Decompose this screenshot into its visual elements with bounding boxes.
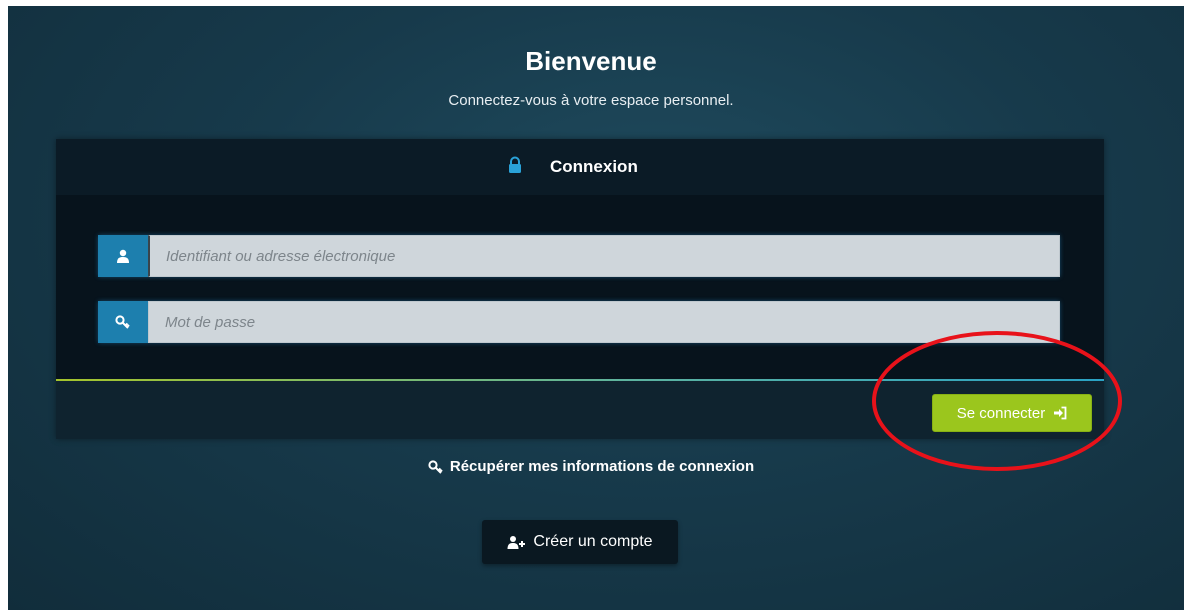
page-title: Bienvenue bbox=[525, 46, 657, 76]
recover-link-label: Récupérer mes informations de connexion bbox=[449, 458, 755, 475]
panel-title: Connexion bbox=[550, 157, 638, 176]
page-subtitle: Connectez-vous à votre espace personnel. bbox=[448, 92, 734, 109]
username-field bbox=[98, 235, 1060, 277]
password-input[interactable] bbox=[148, 301, 1060, 343]
username-addon bbox=[98, 235, 148, 277]
page-background: Bienvenue Connectez-vous à votre espace … bbox=[8, 6, 1184, 610]
create-account-button[interactable]: Créer un compte bbox=[482, 520, 678, 564]
user-icon bbox=[116, 249, 130, 263]
create-account-label: Créer un compte bbox=[533, 533, 653, 550]
sign-in-icon bbox=[1053, 406, 1067, 420]
login-panel: Connexion Identifiant ou adresse électro… bbox=[56, 139, 1104, 439]
login-button[interactable]: Se connecter bbox=[932, 394, 1092, 432]
password-field bbox=[98, 301, 1060, 343]
login-button-label: Se connecter bbox=[956, 404, 1046, 422]
key-icon bbox=[428, 459, 444, 474]
panel-footer: Se connecter bbox=[56, 381, 1104, 439]
lock-icon bbox=[506, 156, 524, 174]
username-input[interactable] bbox=[148, 235, 1060, 277]
key-icon bbox=[115, 315, 131, 329]
panel-header: Connexion bbox=[56, 139, 1104, 195]
recover-credentials-link[interactable]: Récupérer mes informations de connexion bbox=[8, 458, 1174, 475]
password-addon bbox=[98, 301, 148, 343]
user-plus-icon bbox=[507, 535, 527, 549]
